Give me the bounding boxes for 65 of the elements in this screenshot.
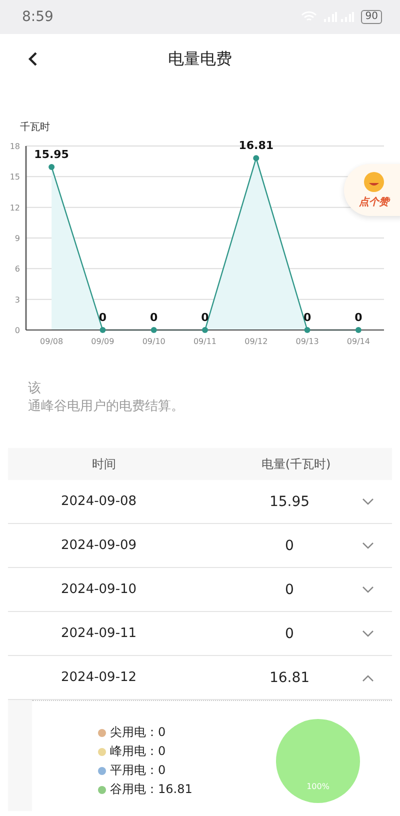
chevron-down-icon[interactable] bbox=[362, 630, 374, 638]
y-tick-label: 9 bbox=[14, 234, 20, 243]
y-tick-label: 0 bbox=[14, 326, 20, 335]
data-label: 0 bbox=[354, 311, 362, 324]
y-tick-label: 12 bbox=[10, 203, 20, 212]
battery-level: 90 bbox=[361, 10, 382, 24]
legend-label: 平用电：0 bbox=[110, 762, 166, 779]
table-row[interactable]: 2024-09-08 15.95 bbox=[8, 480, 392, 524]
slice-label: 100% bbox=[306, 782, 330, 791]
legend-label: 谷用电：16.81 bbox=[110, 781, 192, 798]
data-point bbox=[48, 164, 55, 170]
date-cell-text: 2024-09-08 bbox=[60, 494, 138, 509]
legend-label: 峰用电：0 bbox=[110, 743, 166, 760]
data-label: 0 bbox=[201, 311, 209, 324]
date-cell-text: 2024-09-12 bbox=[60, 670, 138, 685]
value-cell-text: 0 bbox=[284, 538, 295, 554]
y-tick-label: 15 bbox=[10, 172, 20, 182]
data-point bbox=[202, 327, 208, 333]
note-text: 该 bbox=[28, 380, 42, 398]
date-cell-text: 2024-09-09 bbox=[60, 538, 138, 553]
like-badge[interactable]: 点个赞 bbox=[344, 164, 400, 216]
x-tick-label: 09/14 bbox=[346, 337, 370, 346]
data-point bbox=[253, 155, 260, 162]
legend-label: 尖用电：0 bbox=[110, 724, 166, 741]
data-label: 15.95 bbox=[34, 148, 69, 161]
column-header: 时间 bbox=[91, 456, 117, 472]
table-row[interactable]: 2024-09-11 0 bbox=[8, 612, 392, 656]
data-label: 0 bbox=[150, 311, 158, 324]
date-cell-text: 2024-09-11 bbox=[60, 626, 138, 641]
date-cell-text: 2024-09-10 bbox=[60, 582, 138, 597]
value-cell-text: 16.81 bbox=[268, 670, 311, 686]
table-row[interactable]: 2024-09-09 0 bbox=[8, 524, 392, 568]
value-cell-text: 0 bbox=[284, 626, 295, 642]
table-row[interactable]: 2024-09-10 0 bbox=[8, 568, 392, 612]
value-cell-text: 15.95 bbox=[268, 494, 311, 510]
chevron-up-icon[interactable] bbox=[362, 674, 374, 682]
data-point bbox=[355, 327, 362, 333]
data-label: 0 bbox=[303, 311, 312, 324]
x-tick-label: 09/13 bbox=[296, 337, 319, 346]
data-label: 16.81 bbox=[238, 139, 274, 152]
data-point bbox=[150, 327, 157, 333]
x-tick-label: 09/10 bbox=[142, 337, 166, 346]
axis-unit: 千瓦时 bbox=[20, 120, 51, 134]
x-tick-label: 09/12 bbox=[244, 337, 268, 346]
data-label: 0 bbox=[98, 311, 107, 324]
data-point bbox=[304, 327, 310, 333]
chevron-down-icon[interactable] bbox=[362, 542, 374, 550]
value-cell-text: 0 bbox=[284, 582, 295, 598]
x-tick-label: 09/11 bbox=[193, 337, 217, 346]
column-header: 电量(千瓦时) bbox=[260, 456, 332, 472]
y-tick-label: 18 bbox=[10, 142, 20, 151]
note-text: 通峰谷电用户的电费结算。 bbox=[28, 398, 185, 416]
table-row[interactable]: 2024-09-12 16.81 bbox=[8, 656, 392, 700]
chevron-down-icon[interactable] bbox=[362, 586, 374, 594]
status-time: 8:59 bbox=[22, 9, 54, 25]
like-label: 点个赞 bbox=[359, 196, 389, 209]
page-title: 电量电费 bbox=[168, 48, 232, 70]
y-tick-label: 3 bbox=[14, 295, 20, 304]
smiley-icon bbox=[363, 171, 385, 193]
back-icon[interactable] bbox=[26, 50, 40, 68]
x-tick-label: 09/09 bbox=[91, 337, 114, 346]
data-point bbox=[100, 327, 106, 333]
chevron-down-icon[interactable] bbox=[362, 498, 374, 506]
x-tick-label: 09/08 bbox=[40, 337, 64, 346]
y-tick-label: 6 bbox=[14, 264, 20, 274]
